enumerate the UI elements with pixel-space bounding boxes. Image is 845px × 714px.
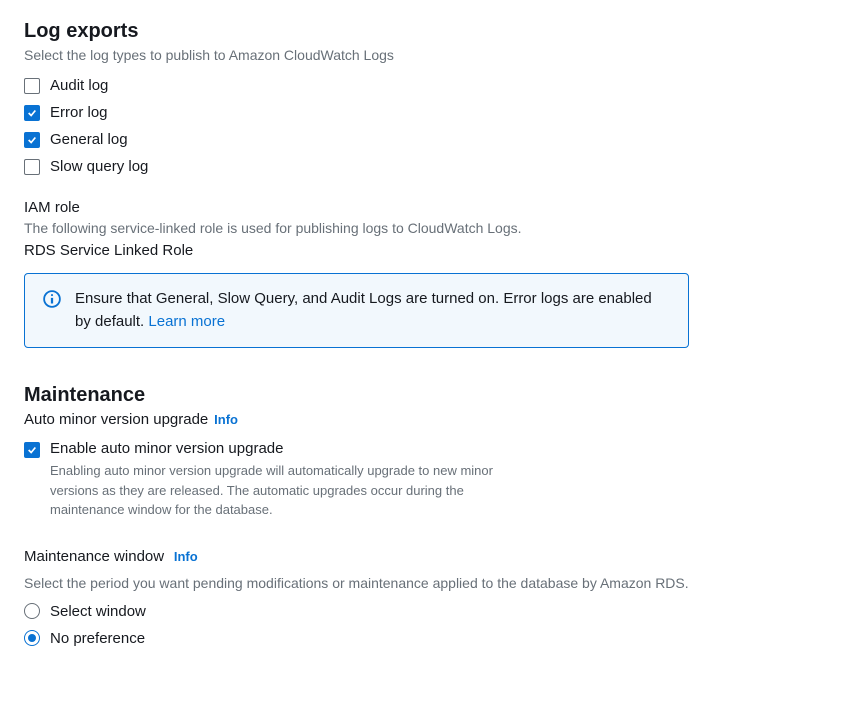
iam-role-desc: The following service-linked role is use… bbox=[24, 220, 821, 236]
info-alert: Ensure that General, Slow Query, and Aud… bbox=[24, 273, 689, 348]
checkbox-label: Enable auto minor version upgrade bbox=[50, 440, 510, 457]
checkbox-icon bbox=[24, 78, 40, 94]
info-icon bbox=[43, 290, 61, 308]
checkbox-enable-auto-upgrade[interactable]: Enable auto minor version upgrade Enabli… bbox=[24, 440, 821, 520]
checkbox-audit-log[interactable]: Audit log bbox=[24, 77, 821, 94]
checkbox-icon bbox=[24, 105, 40, 121]
info-link-auto-upgrade[interactable]: Info bbox=[214, 412, 238, 427]
info-text: Ensure that General, Slow Query, and Aud… bbox=[75, 288, 670, 333]
radio-label: No preference bbox=[50, 630, 145, 647]
checkbox-label: Slow query log bbox=[50, 158, 148, 175]
checkbox-error-log[interactable]: Error log bbox=[24, 104, 821, 121]
checkbox-icon bbox=[24, 159, 40, 175]
learn-more-link[interactable]: Learn more bbox=[148, 313, 225, 330]
checkbox-label: Audit log bbox=[50, 77, 108, 94]
checkbox-desc: Enabling auto minor version upgrade will… bbox=[50, 461, 510, 520]
auto-upgrade-label: Auto minor version upgrade bbox=[24, 411, 208, 428]
checkbox-label: Error log bbox=[50, 104, 108, 121]
radio-no-preference[interactable]: No preference bbox=[24, 630, 821, 647]
log-exports-heading: Log exports bbox=[24, 20, 821, 43]
info-link-maintenance-window[interactable]: Info bbox=[174, 549, 198, 564]
checkbox-general-log[interactable]: General log bbox=[24, 131, 821, 148]
radio-icon bbox=[24, 630, 40, 646]
radio-icon bbox=[24, 603, 40, 619]
checkbox-icon bbox=[24, 132, 40, 148]
checkbox-slow-query-log[interactable]: Slow query log bbox=[24, 158, 821, 175]
iam-role-label: IAM role bbox=[24, 199, 821, 216]
checkbox-label: General log bbox=[50, 131, 128, 148]
rds-role-name: RDS Service Linked Role bbox=[24, 242, 821, 259]
maintenance-window-label: Maintenance window bbox=[24, 548, 164, 565]
maintenance-window-desc: Select the period you want pending modif… bbox=[24, 575, 821, 591]
checkbox-icon bbox=[24, 442, 40, 458]
radio-select-window[interactable]: Select window bbox=[24, 603, 821, 620]
radio-label: Select window bbox=[50, 603, 146, 620]
log-exports-desc: Select the log types to publish to Amazo… bbox=[24, 47, 821, 63]
maintenance-heading: Maintenance bbox=[24, 384, 821, 407]
